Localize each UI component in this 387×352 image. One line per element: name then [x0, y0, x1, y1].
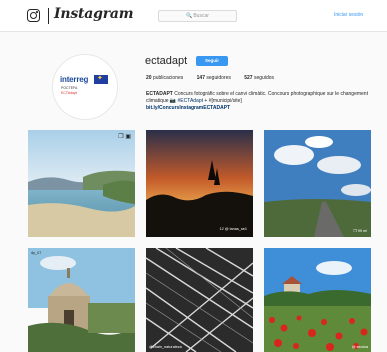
post-thumbnail-5[interactable]: @chain_naturaleza: [146, 248, 253, 352]
bio-hashtag-link[interactable]: #ECTAdapt: [178, 98, 203, 104]
following-stat[interactable]: 527 seguidos: [244, 75, 274, 81]
post-image-chapel: [28, 248, 135, 352]
search-input[interactable]: 🔍Buscar: [158, 10, 237, 22]
top-navigation-bar: Instagram 🔍Buscar Iniciar sesión: [0, 0, 387, 32]
post-thumbnail-1[interactable]: ❐ ▣: [28, 130, 135, 237]
post-image-poppies: [264, 248, 371, 352]
post-image-clouds: [264, 130, 371, 237]
instagram-wordmark[interactable]: Instagram: [54, 6, 134, 22]
post-thumbnail-3[interactable]: ❐ 99 mi: [264, 130, 371, 237]
post-image-frost: [146, 248, 253, 352]
post-caption-2: 12 @ lanas_se1: [219, 227, 248, 231]
post-image-lake: [28, 130, 135, 237]
multiple-photos-icon: ❐ ▣: [118, 134, 131, 140]
avatar-logo-line2: ECTAdapt: [61, 91, 77, 95]
bio-name: ECTADAPT: [146, 91, 173, 97]
nav-divider: [48, 8, 49, 24]
posts-stat: 20 publicaciones: [146, 75, 184, 81]
post-caption-3: ❐ 99 mi: [353, 229, 367, 233]
eu-flag-icon: [94, 74, 108, 84]
login-link[interactable]: Iniciar sesión: [334, 12, 363, 18]
profile-bio: ECTADAPT Concurs fotogràfic sobre el can…: [146, 91, 376, 111]
post-caption-5: @chain_naturaleza: [149, 345, 182, 349]
followers-stat[interactable]: 147 seguidores: [197, 75, 231, 81]
bio-website-link[interactable]: bit.ly/ConcursInstagramECTADAPT: [146, 105, 376, 112]
post-thumbnail-4[interactable]: dy_07: [28, 248, 135, 352]
profile-avatar: interreg POCTEFA ECTAdapt: [52, 54, 118, 120]
bio-text-2: + #[municipi/site]: [204, 97, 242, 104]
instagram-glyph-icon[interactable]: [27, 9, 40, 22]
post-caption-6: @ stodoa: [351, 345, 368, 349]
post-thumbnail-6[interactable]: @ stodoa: [264, 248, 371, 352]
search-placeholder: Buscar: [193, 13, 209, 19]
search-icon: 🔍: [186, 13, 193, 19]
profile-username: ectadapt: [145, 55, 188, 67]
post-caption-4: dy_07: [31, 251, 42, 255]
follow-button[interactable]: Seguir: [196, 56, 228, 66]
avatar-logo-line1: POCTEFA: [61, 86, 78, 90]
post-thumbnail-2[interactable]: 12 @ lanas_se1: [146, 130, 253, 237]
profile-stats: 20 publicaciones 147 seguidores 527 segu…: [146, 75, 286, 81]
camera-emoji: 📷: [169, 97, 177, 104]
avatar-logo-title: interreg: [60, 75, 89, 84]
post-image-sunset: [146, 130, 253, 237]
